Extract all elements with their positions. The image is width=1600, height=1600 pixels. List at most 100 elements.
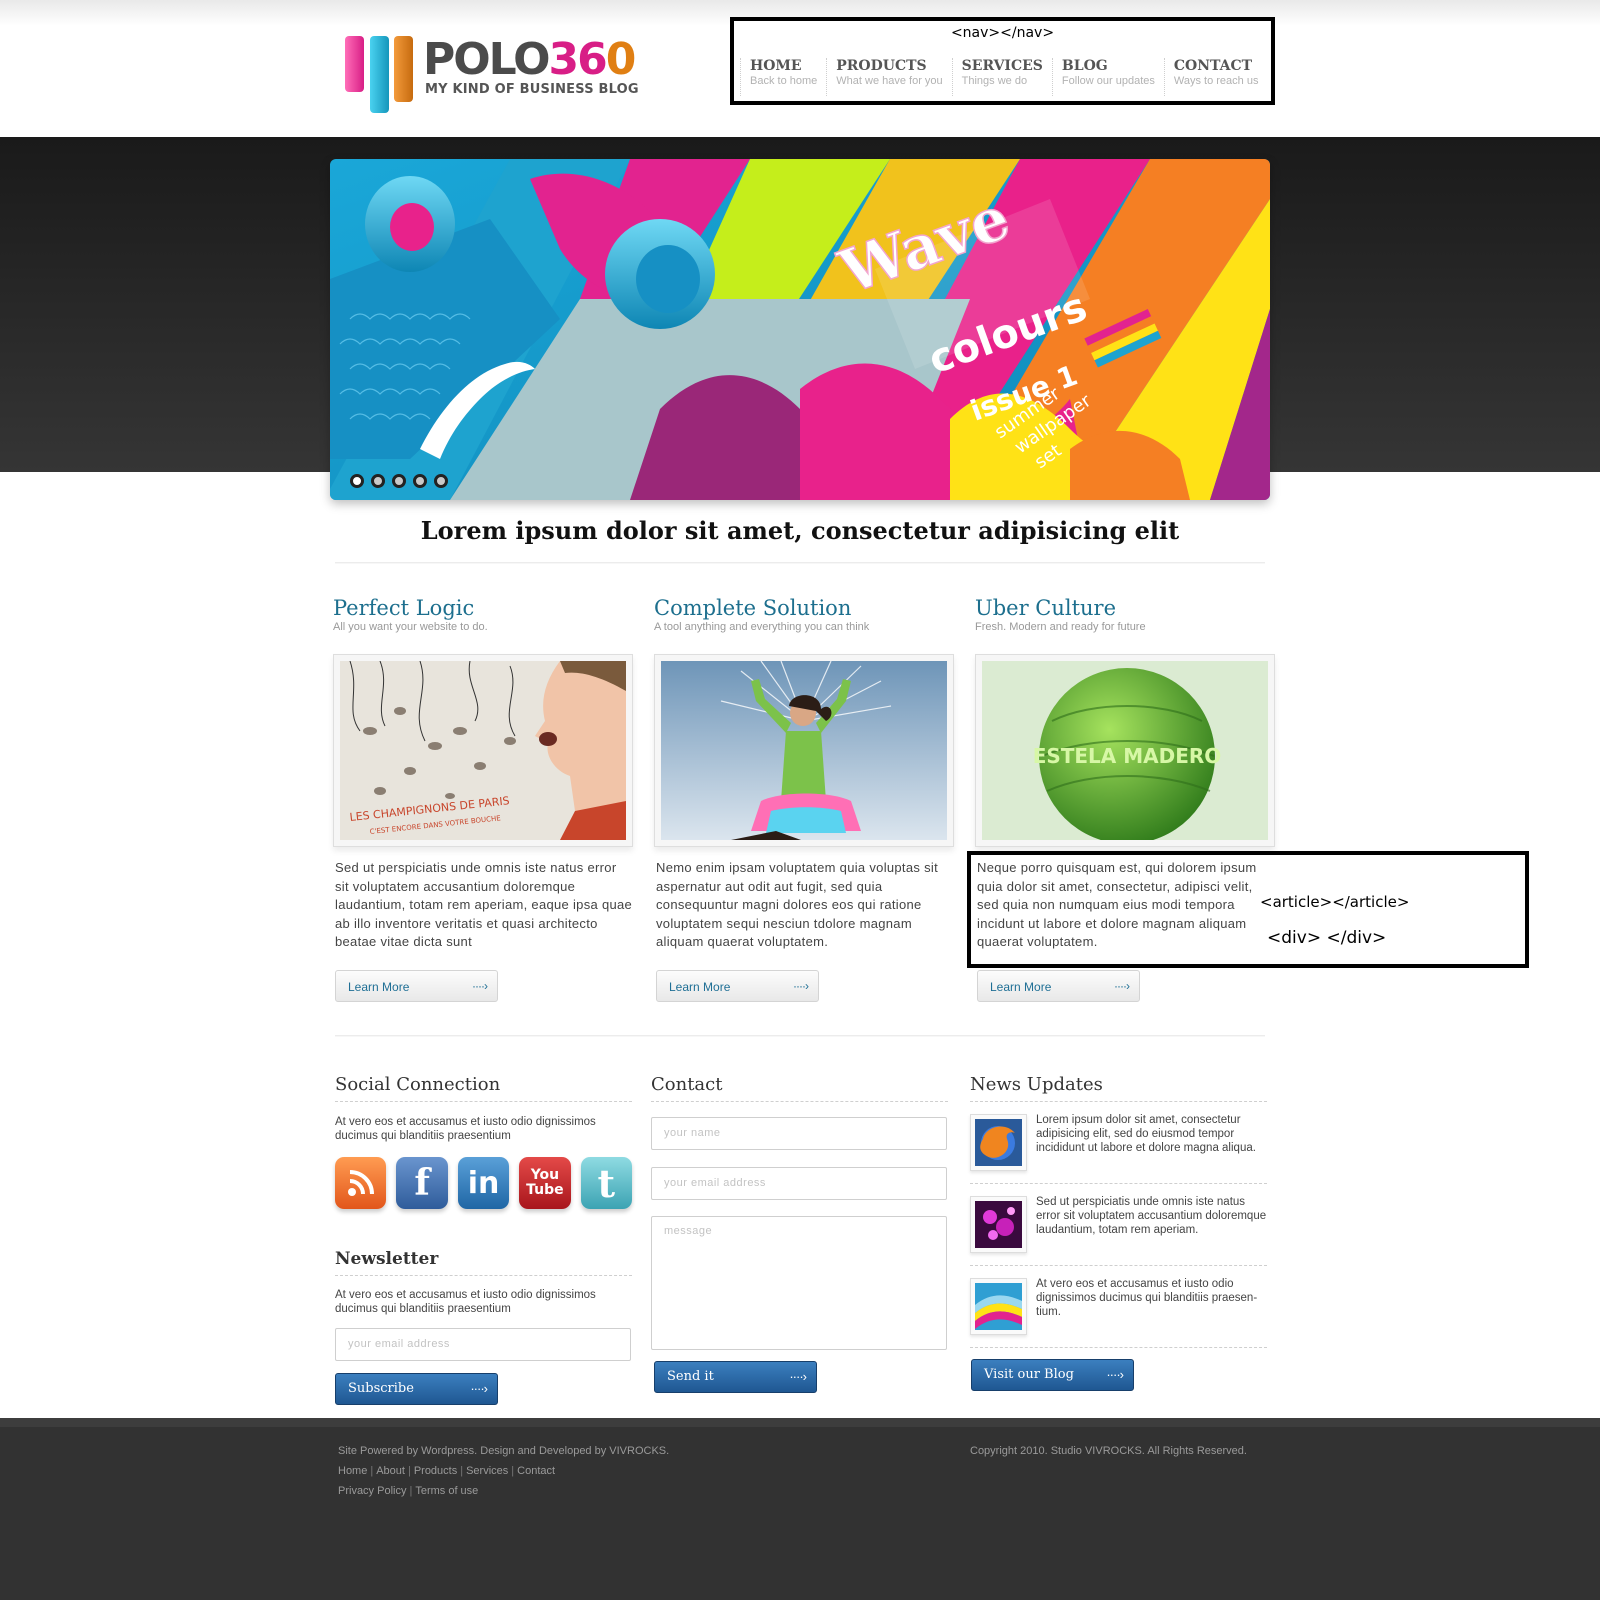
nav-subtitle: Back to home xyxy=(750,75,818,87)
slider-dot[interactable] xyxy=(413,474,427,488)
linkedin-glyph: in xyxy=(467,1165,500,1201)
nav-item-home[interactable]: HOME Back to home xyxy=(740,58,826,96)
nav-item-blog[interactable]: BLOG Follow our updates xyxy=(1051,58,1164,96)
slider-dot[interactable] xyxy=(392,474,406,488)
arrow-right-icon: ····› xyxy=(793,979,809,993)
button-label: Visit our Blog xyxy=(984,1367,1074,1382)
footer-legal-links: Privacy Policy | Terms of use xyxy=(338,1485,479,1497)
feature-perfect-logic: Perfect Logic All you want your website … xyxy=(333,596,633,1002)
rss-icon[interactable] xyxy=(335,1157,387,1209)
firefox-icon xyxy=(970,1114,1027,1171)
newsletter-title: Newsletter xyxy=(335,1249,632,1276)
feature-body: Sed ut perspiciatis unde omnis iste natu… xyxy=(335,860,633,949)
social-icons: f in You Tube t xyxy=(335,1157,633,1209)
hero-slide-image: Wave colours issue 1 summer wallpaper se… xyxy=(330,159,1270,500)
feature-body: Nemo enim ipsam voluptatem quia voluptas… xyxy=(656,860,938,949)
hero-slider[interactable]: Wave colours issue 1 summer wallpaper se… xyxy=(330,159,1270,500)
feature-image-dancer xyxy=(661,661,947,840)
footer-link-about[interactable]: About xyxy=(376,1465,405,1477)
nav-item-contact[interactable]: CONTACT Ways to reach us xyxy=(1163,58,1268,96)
slider-dot[interactable] xyxy=(350,474,364,488)
learn-more-button[interactable]: Learn More ····› xyxy=(335,970,498,1002)
arrow-right-icon: ····› xyxy=(472,979,488,993)
nav-title: CONTACT xyxy=(1173,58,1253,74)
image-caption: ESTELA MADERO xyxy=(1033,744,1222,768)
logo-tagline: MY KIND OF BUSINESS BLOG xyxy=(425,82,639,97)
nav-title: PRODUCTS xyxy=(836,58,927,74)
learn-more-button[interactable]: Learn More ····› xyxy=(977,970,1140,1002)
nav-item-products[interactable]: PRODUCTS What we have for you xyxy=(826,58,951,96)
feature-title: Perfect Logic xyxy=(333,596,475,620)
nav-subtitle: Ways to reach us xyxy=(1173,75,1259,87)
nav-title: BLOG xyxy=(1061,58,1108,74)
arrow-right-icon: ····› xyxy=(1114,979,1130,993)
footer-link-contact[interactable]: Contact xyxy=(517,1465,555,1477)
twitter-icon[interactable]: t xyxy=(580,1157,633,1209)
nav-subtitle: What we have for you xyxy=(836,75,943,87)
feature-subtitle: Fresh. Modern and ready for future xyxy=(975,621,1146,633)
news-item[interactable]: At vero eos et accusamus et iusto odio d… xyxy=(970,1266,1267,1348)
arrow-right-icon: ····› xyxy=(789,1369,807,1384)
button-label: Subscribe xyxy=(348,1381,414,1396)
main-nav: <nav></nav> HOME Back to home PRODUCTS W… xyxy=(730,17,1275,105)
feature-image-mushrooms: LES CHAMPIGNONS DE PARIS C'EST ENCORE DA… xyxy=(340,661,626,840)
article-annotation-box xyxy=(967,851,1529,968)
feature-subtitle: All you want your website to do. xyxy=(333,621,488,633)
section-text: At vero eos et accusamus et iusto odio d… xyxy=(335,1116,596,1142)
slider-dot[interactable] xyxy=(434,474,448,488)
footer-link-home[interactable]: Home xyxy=(338,1465,367,1477)
news-item[interactable]: Lorem ipsum dolor sit amet, consectetur … xyxy=(970,1102,1267,1184)
slider-pagination xyxy=(350,474,448,488)
youtube-glyph: You Tube xyxy=(526,1167,564,1198)
linkedin-icon[interactable]: in xyxy=(457,1157,510,1209)
visit-blog-button[interactable]: Visit our Blog ····› xyxy=(971,1359,1134,1391)
section-title: Contact xyxy=(651,1074,948,1102)
footer-link-terms[interactable]: Terms of use xyxy=(415,1485,478,1497)
nav-annotation: <nav></nav> xyxy=(950,25,1055,41)
social-connection-section: Social Connection At vero eos et accusam… xyxy=(335,1074,633,1405)
footer-links: Home | About | Products | Services | Contact xyxy=(338,1465,556,1477)
facebook-icon[interactable]: f xyxy=(396,1157,448,1209)
footer-copyright: Copyright 2010. Studio VIVROCKS. All Rig… xyxy=(970,1445,1247,1457)
footer-link-products[interactable]: Products xyxy=(414,1465,457,1477)
news-item[interactable]: Sed ut perspiciatis unde omnis iste natu… xyxy=(970,1184,1267,1266)
facebook-glyph: f xyxy=(414,1162,430,1204)
message-textarea[interactable]: message xyxy=(651,1216,947,1350)
feature-title: Uber Culture xyxy=(975,596,1117,620)
youtube-icon[interactable]: You Tube xyxy=(519,1157,571,1209)
purple-lights-icon xyxy=(970,1196,1027,1253)
feature-image-frame: ESTELA MADERO xyxy=(975,654,1275,847)
newsletter-text: At vero eos et accusamus et iusto odio d… xyxy=(335,1289,596,1315)
news-text: At vero eos et accusamus et iusto odio d… xyxy=(1036,1278,1258,1318)
section-title: Social Connection xyxy=(335,1074,632,1102)
footer-link-services[interactable]: Services xyxy=(466,1465,508,1477)
send-button[interactable]: Send it ····› xyxy=(654,1361,817,1393)
logo-bar-pink xyxy=(345,36,364,92)
footer-powered: Site Powered by Wordpress. Design and De… xyxy=(338,1445,670,1457)
name-input[interactable]: your name xyxy=(651,1117,947,1150)
news-updates-section: News Updates Lorem ipsum dolor sit amet,… xyxy=(970,1074,1267,1391)
rss-glyph xyxy=(335,1157,386,1209)
page-headline: Lorem ipsum dolor sit amet, consectetur … xyxy=(420,516,1180,545)
arrow-right-icon: ····› xyxy=(470,1381,488,1396)
site-footer: Site Powered by Wordpress. Design and De… xyxy=(0,1418,1600,1600)
nav-subtitle: Follow our updates xyxy=(1061,75,1155,87)
article-annotation: <article></article> xyxy=(1260,893,1410,911)
divider xyxy=(335,562,1265,564)
slider-dot[interactable] xyxy=(371,474,385,488)
newsletter-email-input[interactable]: your email address xyxy=(335,1328,631,1361)
site-logo[interactable]: POLO360 MY KIND OF BUSINESS BLOG xyxy=(343,36,643,116)
divider xyxy=(335,1035,1265,1037)
rainbow-wave-icon xyxy=(970,1278,1027,1335)
feature-image-letter-sphere: ESTELA MADERO xyxy=(982,661,1268,840)
footer-link-privacy[interactable]: Privacy Policy xyxy=(338,1485,406,1497)
subscribe-button[interactable]: Subscribe ····› xyxy=(335,1373,498,1405)
feature-title: Complete Solution xyxy=(654,596,852,620)
section-title: News Updates xyxy=(970,1074,1267,1102)
nav-item-services[interactable]: SERVICES Things we do xyxy=(951,58,1052,96)
nav-title: HOME xyxy=(750,58,802,74)
learn-more-button[interactable]: Learn More ····› xyxy=(656,970,819,1002)
email-input[interactable]: your email address xyxy=(651,1167,947,1200)
contact-section: Contact your name your email address mes… xyxy=(651,1074,948,1393)
button-label: Learn More xyxy=(990,980,1052,994)
